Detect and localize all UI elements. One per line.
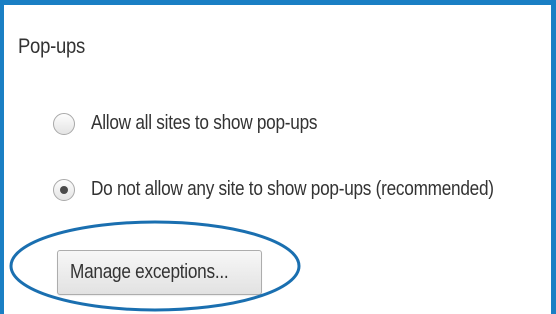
radio-option-label: Do not allow any site to show pop-ups (r…: [91, 178, 494, 200]
radio-checked-icon[interactable]: [53, 178, 75, 201]
manage-exceptions-label: Manage exceptions...: [70, 261, 229, 283]
radio-option-label: Allow all sites to show pop-ups: [91, 112, 318, 134]
radio-option-block-all[interactable]: Do not allow any site to show pop-ups (r…: [53, 178, 556, 201]
popups-settings-panel: Pop-ups Allow all sites to show pop-ups …: [0, 0, 556, 314]
section-title: Pop-ups: [18, 35, 85, 58]
radio-option-allow-all[interactable]: Allow all sites to show pop-ups: [53, 112, 354, 135]
radio-unchecked-icon[interactable]: [53, 112, 75, 135]
manage-exceptions-button[interactable]: Manage exceptions...: [57, 250, 262, 295]
